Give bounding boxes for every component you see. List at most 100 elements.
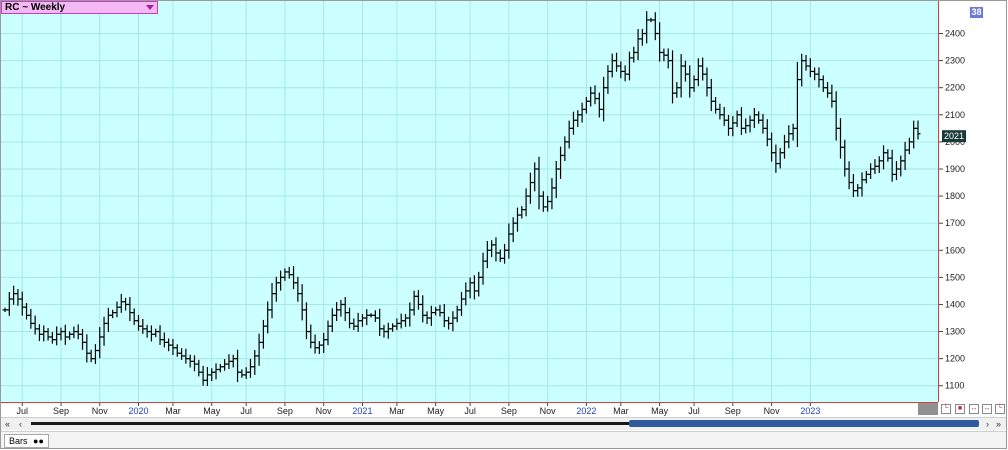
time-tick-label: 2021 (352, 406, 372, 416)
price-bar (372, 310, 378, 322)
price-bar (15, 289, 21, 306)
price-bar (316, 341, 322, 354)
nav-page-icon[interactable]: ■ (955, 404, 965, 414)
price-bar (58, 327, 64, 341)
price-bar (411, 290, 417, 316)
time-axis: Jul Sep Nov 2020 Mar May Jul Sep Nov 2021 Mar May Ju… (1, 402, 938, 416)
scroll-right-icon[interactable]: › (986, 418, 989, 430)
price-axis: 1100120013001400150016001700180019002000… (938, 1, 1006, 402)
price-bar (553, 160, 559, 199)
price-bar (209, 368, 215, 382)
nav-compress-icon[interactable]: ↔ (969, 404, 979, 414)
price-bar (786, 125, 792, 149)
price-bar (527, 172, 533, 204)
price-bar (187, 354, 193, 368)
price-bar (295, 276, 301, 302)
price-tick-label: 2200 (945, 83, 965, 93)
horizontal-scrollbar[interactable]: « ‹ › » (1, 417, 1006, 430)
price-tick-label: 2300 (945, 56, 965, 66)
price-bar (28, 308, 34, 329)
plot-area[interactable] (1, 1, 938, 402)
time-tick-label: Jul (464, 406, 476, 416)
price-bar (532, 162, 538, 192)
scroll-far-right-icon[interactable]: » (996, 418, 1001, 430)
price-bar (609, 53, 615, 78)
scroll-far-left-icon[interactable]: « (5, 418, 10, 430)
price-bar (420, 295, 426, 323)
time-tick-label: May (651, 406, 669, 416)
price-bar (639, 28, 645, 46)
price-bar (407, 302, 413, 327)
price-bar (717, 103, 723, 120)
time-tick-label: Nov (92, 406, 109, 416)
price-bar (282, 268, 288, 281)
price-bar (355, 312, 361, 332)
dropdown-arrow-icon[interactable] (146, 5, 154, 10)
price-bar (269, 283, 275, 319)
price-bar (308, 324, 314, 349)
scroll-left-icon[interactable]: ‹ (19, 418, 22, 430)
price-bar (523, 188, 529, 217)
price-bar (747, 115, 753, 133)
chart-count-badge[interactable]: 38 (970, 7, 983, 18)
time-tick-label: Jul (240, 406, 252, 416)
price-bar (579, 102, 585, 123)
bars-tab[interactable]: Bars ●● (4, 434, 49, 448)
price-bar (441, 304, 447, 328)
price-tick-label: 1300 (945, 327, 965, 337)
nav-expand-icon[interactable]: ↔ (982, 404, 992, 414)
price-bar (484, 241, 490, 269)
price-bar (850, 173, 856, 198)
price-bar (114, 301, 120, 318)
price-chart (1, 1, 938, 402)
price-bar (273, 276, 279, 302)
price-bar (859, 172, 865, 197)
price-bar (665, 48, 671, 69)
price-bar (213, 363, 219, 380)
price-bar (906, 137, 912, 155)
price-bar (41, 325, 47, 342)
price-bar (286, 266, 292, 279)
price-bar (415, 289, 421, 310)
price-bar (54, 326, 60, 346)
price-bar (889, 149, 895, 182)
price-bar (359, 314, 365, 327)
time-tick-label: May (203, 406, 221, 416)
price-bar (394, 318, 400, 331)
price-bar (614, 52, 620, 72)
price-bar (446, 316, 452, 330)
price-bar (812, 67, 818, 81)
price-bar (67, 331, 73, 340)
price-bar (898, 155, 904, 177)
time-tick-label: Sep (53, 406, 69, 416)
price-bar (893, 161, 899, 181)
price-bar (19, 291, 25, 316)
symbol-selector[interactable]: RC ~ Weekly (1, 1, 158, 14)
price-tick-label: 1500 (945, 272, 965, 282)
nav-last-icon[interactable]: └ (995, 404, 1005, 414)
nav-first-icon[interactable]: └ (941, 404, 951, 414)
price-bar (549, 178, 555, 210)
time-tick-label: Nov (540, 406, 557, 416)
price-bar (329, 308, 335, 333)
price-bar (794, 61, 800, 148)
scroll-thumb[interactable] (629, 420, 979, 427)
price-tick-label: 1900 (945, 164, 965, 174)
price-bar (605, 65, 611, 94)
price-bar (704, 67, 710, 97)
price-bar (881, 145, 887, 170)
price-bar (502, 243, 508, 264)
price-bar (588, 86, 594, 107)
time-tick-label: Mar (613, 406, 629, 416)
time-tick-label: Sep (725, 406, 741, 416)
price-bar (575, 110, 581, 127)
price-bar (252, 349, 258, 375)
price-bar (2, 307, 8, 313)
price-bar (105, 307, 111, 332)
price-bar (226, 354, 232, 370)
price-bar (760, 113, 766, 134)
price-bar (398, 313, 404, 329)
time-tick-label: Nov (316, 406, 333, 416)
price-bar (148, 325, 154, 342)
price-axis-scale: 1100120013001400150016001700180019002000… (939, 29, 966, 391)
